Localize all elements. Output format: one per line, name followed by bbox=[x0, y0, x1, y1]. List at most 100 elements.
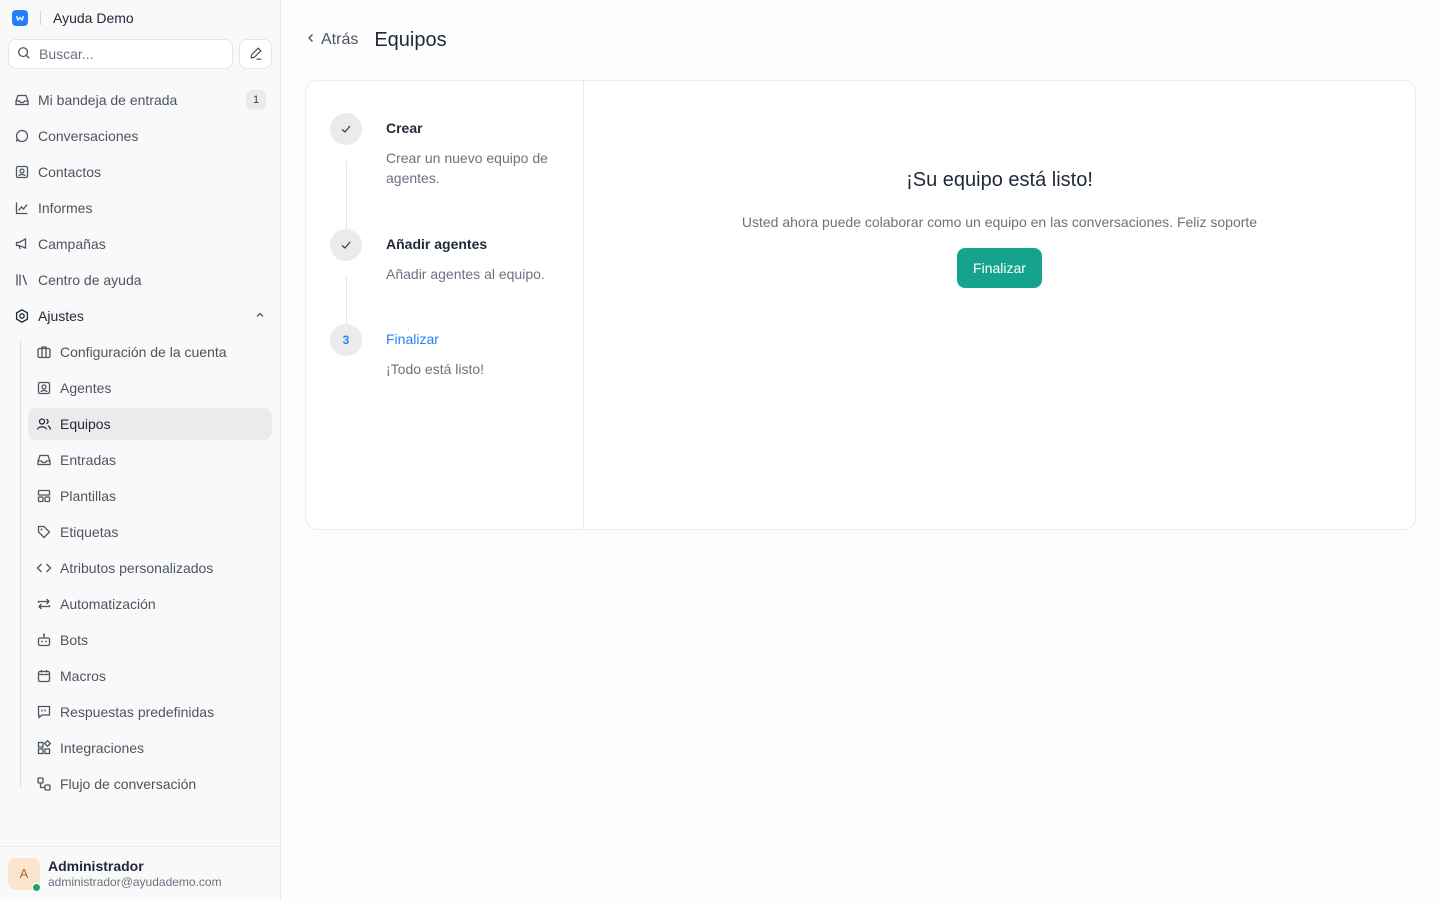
step-body: Finalizar ¡Todo está listo! bbox=[386, 324, 484, 379]
users-icon bbox=[36, 416, 52, 432]
settings-item-canned[interactable]: Respuestas predefinidas bbox=[28, 696, 272, 728]
settings-item-label: Respuestas predefinidas bbox=[60, 704, 215, 720]
nav-helpcenter[interactable]: Centro de ayuda bbox=[8, 264, 272, 296]
settings-item-account[interactable]: Configuración de la cuenta bbox=[28, 336, 272, 368]
edit-icon bbox=[249, 46, 263, 63]
nav-inbox[interactable]: Mi bandeja de entrada 1 bbox=[8, 84, 272, 116]
calendar-icon bbox=[36, 668, 52, 684]
step-finish: 3 Finalizar ¡Todo está listo! bbox=[330, 324, 559, 379]
step-description: ¡Todo está listo! bbox=[386, 361, 485, 377]
user-info: Administrador administrador@ayudademo.co… bbox=[48, 858, 222, 889]
code-icon bbox=[36, 560, 52, 576]
account-name[interactable]: Ayuda Demo bbox=[53, 10, 134, 26]
step-description: Añadir agentes al equipo. bbox=[386, 266, 545, 282]
avatar-initial: A bbox=[19, 866, 29, 881]
apps-icon bbox=[36, 740, 52, 756]
nav-inbox-label: Mi bandeja de entrada bbox=[38, 92, 178, 108]
step-create: Crear Crear un nuevo equipo de agentes. bbox=[330, 113, 559, 229]
settings-item-label: Agentes bbox=[60, 380, 112, 396]
back-button[interactable]: Atrás bbox=[305, 31, 358, 49]
agent-card-icon bbox=[36, 380, 52, 396]
megaphone-icon bbox=[14, 236, 30, 252]
nav-conversations[interactable]: Conversaciones bbox=[8, 120, 272, 152]
chevron-up-icon bbox=[254, 308, 266, 324]
chatwoot-logo-icon bbox=[12, 10, 28, 26]
nav-settings[interactable]: Ajustes bbox=[8, 300, 272, 332]
page-title: Equipos bbox=[374, 28, 447, 51]
settings-item-label: Bots bbox=[60, 632, 89, 648]
settings-item-label: Macros bbox=[60, 668, 106, 684]
bot-icon bbox=[36, 632, 52, 648]
settings-item-agents[interactable]: Agentes bbox=[28, 372, 272, 404]
inbox-icon bbox=[14, 92, 30, 108]
settings-gear-icon bbox=[14, 308, 30, 324]
user-menu[interactable]: A Administrador administrador@ayudademo.… bbox=[0, 846, 280, 900]
back-label: Atrás bbox=[321, 31, 359, 48]
search-icon bbox=[17, 46, 31, 63]
success-title: ¡Su equipo está listo! bbox=[906, 169, 1093, 191]
nav-reports[interactable]: Informes bbox=[8, 192, 272, 224]
nav-reports-label: Informes bbox=[38, 200, 93, 216]
step-body: Crear Crear un nuevo equipo de agentes. bbox=[386, 113, 559, 229]
settings-item-label: Integraciones bbox=[60, 740, 145, 756]
chevron-left-icon bbox=[305, 31, 317, 49]
compose-button[interactable] bbox=[239, 39, 272, 69]
settings-item-label: Equipos bbox=[60, 416, 111, 432]
main-content: Atrás Equipos Crear Crear un nuevo equip… bbox=[281, 0, 1440, 900]
search-input[interactable] bbox=[39, 46, 224, 62]
wizard-card: Crear Crear un nuevo equipo de agentes. … bbox=[305, 80, 1416, 530]
wizard-steps: Crear Crear un nuevo equipo de agentes. … bbox=[306, 81, 584, 529]
settings-item-bots[interactable]: Bots bbox=[28, 624, 272, 656]
finish-button[interactable]: Finalizar bbox=[957, 248, 1042, 288]
brand-divider bbox=[40, 11, 41, 25]
chart-line-icon bbox=[14, 200, 30, 216]
settings-item-macros[interactable]: Macros bbox=[28, 660, 272, 692]
nav-campaigns-label: Campañas bbox=[38, 236, 106, 252]
step-add-agents: Añadir agentes Añadir agentes al equipo. bbox=[330, 229, 559, 324]
settings-item-integrations[interactable]: Integraciones bbox=[28, 732, 272, 764]
step-title: Crear bbox=[386, 120, 423, 136]
settings-item-label: Flujo de conversación bbox=[60, 776, 197, 792]
settings-item-templates[interactable]: Plantillas bbox=[28, 480, 272, 512]
settings-item-attributes[interactable]: Atributos personalizados bbox=[28, 552, 272, 584]
main-nav: Mi bandeja de entrada 1 Conversaciones C… bbox=[0, 84, 280, 800]
settings-item-automation[interactable]: Automatización bbox=[28, 588, 272, 620]
sidebar: Ayuda Demo Mi bandeja de entrada bbox=[0, 0, 281, 900]
tag-icon bbox=[36, 524, 52, 540]
brand: Ayuda Demo bbox=[0, 0, 280, 36]
settings-item-label: Atributos personalizados bbox=[60, 560, 214, 576]
settings-item-flow[interactable]: Flujo de conversación bbox=[28, 768, 272, 800]
settings-item-label: Entradas bbox=[60, 452, 117, 468]
nav-settings-label: Ajustes bbox=[38, 308, 84, 324]
flow-icon bbox=[36, 776, 52, 792]
settings-item-label: Configuración de la cuenta bbox=[60, 344, 227, 360]
user-name: Administrador bbox=[48, 858, 144, 874]
page-header: Atrás Equipos bbox=[305, 0, 1416, 80]
step-complete-icon bbox=[330, 229, 362, 261]
settings-item-teams[interactable]: Equipos bbox=[28, 408, 272, 440]
contact-card-icon bbox=[14, 164, 30, 180]
briefcase-icon bbox=[36, 344, 52, 360]
settings-subnav: Configuración de la cuenta Agentes Equip… bbox=[20, 336, 272, 800]
library-icon bbox=[14, 272, 30, 288]
app: Ayuda Demo Mi bandeja de entrada bbox=[0, 0, 1440, 900]
quote-message-icon bbox=[36, 704, 52, 720]
step-complete-icon bbox=[330, 113, 362, 145]
step-body: Añadir agentes Añadir agentes al equipo. bbox=[386, 229, 545, 324]
search-row bbox=[0, 38, 280, 70]
nav-conversations-label: Conversaciones bbox=[38, 128, 139, 144]
nav-contacts-label: Contactos bbox=[38, 164, 102, 180]
layout-template-icon bbox=[36, 488, 52, 504]
chat-bubble-icon bbox=[14, 128, 30, 144]
repeat-icon bbox=[36, 596, 52, 612]
settings-item-inboxes[interactable]: Entradas bbox=[28, 444, 272, 476]
settings-item-labels[interactable]: Etiquetas bbox=[28, 516, 272, 548]
step-description: Crear un nuevo equipo de agentes. bbox=[386, 150, 548, 186]
nav-contacts[interactable]: Contactos bbox=[8, 156, 272, 188]
success-message: Usted ahora puede colaborar como un equi… bbox=[741, 214, 1258, 230]
nav-campaigns[interactable]: Campañas bbox=[8, 228, 272, 260]
user-email: administrador@ayudademo.com bbox=[48, 875, 222, 889]
avatar: A bbox=[8, 857, 41, 892]
search-box[interactable] bbox=[8, 39, 233, 69]
step-number: 3 bbox=[330, 324, 362, 356]
